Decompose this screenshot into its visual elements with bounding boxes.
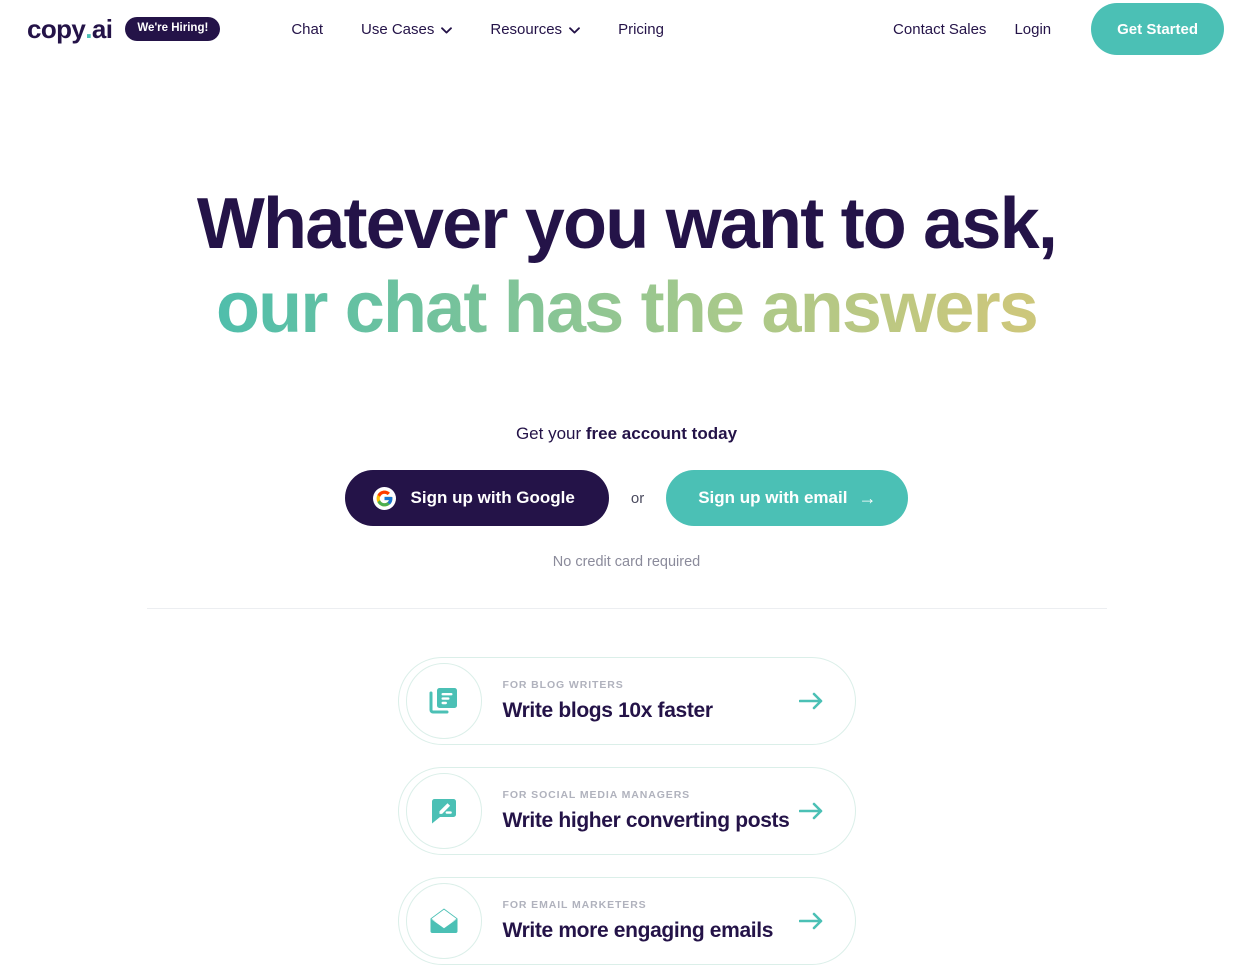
nav-item-label: Pricing [618,20,664,38]
nav-item-label: Chat [291,20,323,38]
nav-item-use-cases[interactable]: Use Cases [342,15,471,44]
arrow-right-icon: → [858,488,877,509]
card-eyebrow: FOR SOCIAL MEDIA MANAGERS [502,789,691,802]
hiring-badge[interactable]: We're Hiring! [125,16,221,42]
sign-up-with-email-label: Sign up with email [698,488,848,508]
arrow-right-icon[interactable] [798,691,825,711]
use-case-card-email-marketers[interactable]: FOR EMAIL MARKETERS Write more engaging … [397,877,856,966]
section-divider [146,608,1107,610]
logo-text-secondary: ai [91,14,113,44]
arrow-right-icon[interactable] [798,801,825,821]
card-eyebrow: FOR EMAIL MARKETERS [502,899,647,912]
hero-subtitle-prefix: Get your [515,424,586,444]
sign-up-with-google-label: Sign up with Google [410,488,575,508]
card-title: Write higher converting posts [502,808,790,832]
use-case-card-blog-writers[interactable]: FOR BLOG WRITERS Write blogs 10x faster [397,657,856,746]
main-navigation: Chat Use Cases Resources Pricing [272,15,683,44]
header-actions: Contact Sales Login Get Started [879,3,1224,55]
card-title: Write more engaging emails [502,918,774,942]
use-case-cards: FOR BLOG WRITERS Write blogs 10x faster … [0,657,1253,966]
hero-section: Whatever you want to ask, our chat has t… [0,58,1253,570]
logo[interactable]: copy. ai [27,14,113,44]
nav-item-label: Use Cases [361,20,435,38]
sign-up-with-google-button[interactable]: Sign up with Google [344,470,609,527]
logo-text-primary: copy [27,14,86,44]
hero-title-line-2: our chat has the answers [0,266,1253,350]
google-icon [372,486,396,510]
use-case-card-social-media-managers[interactable]: FOR SOCIAL MEDIA MANAGERS Write higher c… [397,767,856,856]
sign-up-with-email-button[interactable]: Sign up with email → [666,470,909,527]
hero-subtitle-strong: free account today [585,424,738,444]
contact-sales-link[interactable]: Contact Sales [879,15,1000,44]
no-credit-card-note: No credit card required [552,554,701,571]
card-eyebrow: FOR BLOG WRITERS [502,679,624,692]
chevron-down-icon [569,26,580,34]
nav-item-label: Resources [490,20,563,38]
nav-item-resources[interactable]: Resources [471,15,599,44]
arrow-right-icon[interactable] [798,911,825,931]
logo-dot: . [85,14,92,44]
chevron-down-icon [441,26,453,34]
cta-row: Sign up with Google or Sign up with emai… [0,470,1253,527]
card-text: FOR EMAIL MARKETERS Write more engaging … [503,900,789,943]
page-title: Whatever you want to ask, our chat has t… [0,182,1253,350]
or-separator: or [630,489,645,507]
get-started-button[interactable]: Get Started [1091,3,1224,55]
nav-item-chat[interactable]: Chat [272,15,342,44]
chat-pencil-icon [405,773,482,850]
hero-subtitle: Get your free account today [0,424,1253,444]
hero-title-line-1: Whatever you want to ask, [196,184,1058,264]
open-envelope-icon [405,883,482,960]
card-title: Write blogs 10x faster [502,698,714,722]
login-link[interactable]: Login [1000,15,1065,44]
card-text: FOR SOCIAL MEDIA MANAGERS Write higher c… [502,789,790,833]
site-header: copy. ai We're Hiring! Chat Use Cases Res… [0,0,1253,58]
documents-stack-icon [405,663,482,740]
nav-item-pricing[interactable]: Pricing [599,15,683,44]
card-text: FOR BLOG WRITERS Write blogs 10x faster [503,680,789,723]
